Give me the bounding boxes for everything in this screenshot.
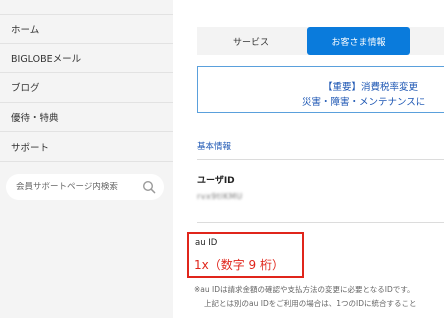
sidebar: ホーム BIGLOBEメール ブログ 優待・特典 サポート (0, 0, 173, 318)
sidebar-item-label: BIGLOBEメール (11, 53, 82, 65)
au-id-value: 1x（数字 9 桁） (194, 258, 285, 272)
user-id-label: ユーザID (197, 176, 235, 186)
au-id-note: ※au IDは請求金額の確認や支払方法の変更に必要となるIDです。 上記とは別の… (194, 283, 444, 311)
sidebar-item-biglobe-mail[interactable]: BIGLOBEメール (0, 44, 173, 74)
tab-customer-info[interactable]: お客さま情報 (307, 27, 410, 55)
divider (197, 159, 444, 160)
user-id-value: rvx9tlKMU (197, 192, 243, 201)
sidebar-search (6, 174, 164, 200)
page: ホーム BIGLOBEメール ブログ 優待・特典 サポート サービス お客さま情… (0, 0, 444, 318)
sidebar-item-label: ブログ (11, 83, 40, 95)
sidebar-nav: ホーム BIGLOBEメール ブログ 優待・特典 サポート (0, 14, 173, 162)
tab-bar: サービス お客さま情報 (197, 27, 444, 55)
note-line: 上記とは別のau IDをご利用の場合は、1つのIDに統合すること (204, 299, 417, 308)
section-title: 基本情報 (197, 142, 232, 152)
au-id-label: au ID (195, 238, 218, 248)
search-icon[interactable] (142, 180, 156, 194)
main-content: サービス お客さま情報 【重要】消費税率変更 災害・障害・メンテナンスに 基本情… (173, 0, 444, 318)
tab-bar-filler (410, 27, 444, 55)
sidebar-item-blog[interactable]: ブログ (0, 73, 173, 103)
notice-box: 【重要】消費税率変更 災害・障害・メンテナンスに (197, 66, 444, 113)
sidebar-item-label: ホーム (11, 24, 40, 36)
search-input[interactable] (16, 182, 142, 192)
notice-link-tax[interactable]: 【重要】消費税率変更 (323, 79, 418, 93)
notice-link-maintenance[interactable]: 災害・障害・メンテナンスに (302, 94, 425, 108)
sidebar-item-home[interactable]: ホーム (0, 14, 173, 44)
sidebar-item-label: 優待・特典 (11, 113, 59, 125)
tab-service[interactable]: サービス (199, 27, 303, 55)
note-line: ※au IDは請求金額の確認や支払方法の変更に必要となるIDです。 (194, 285, 415, 294)
sidebar-item-benefits[interactable]: 優待・特典 (0, 103, 173, 133)
sidebar-item-support[interactable]: サポート (0, 132, 173, 162)
sidebar-item-label: サポート (11, 142, 50, 154)
divider (197, 222, 444, 223)
